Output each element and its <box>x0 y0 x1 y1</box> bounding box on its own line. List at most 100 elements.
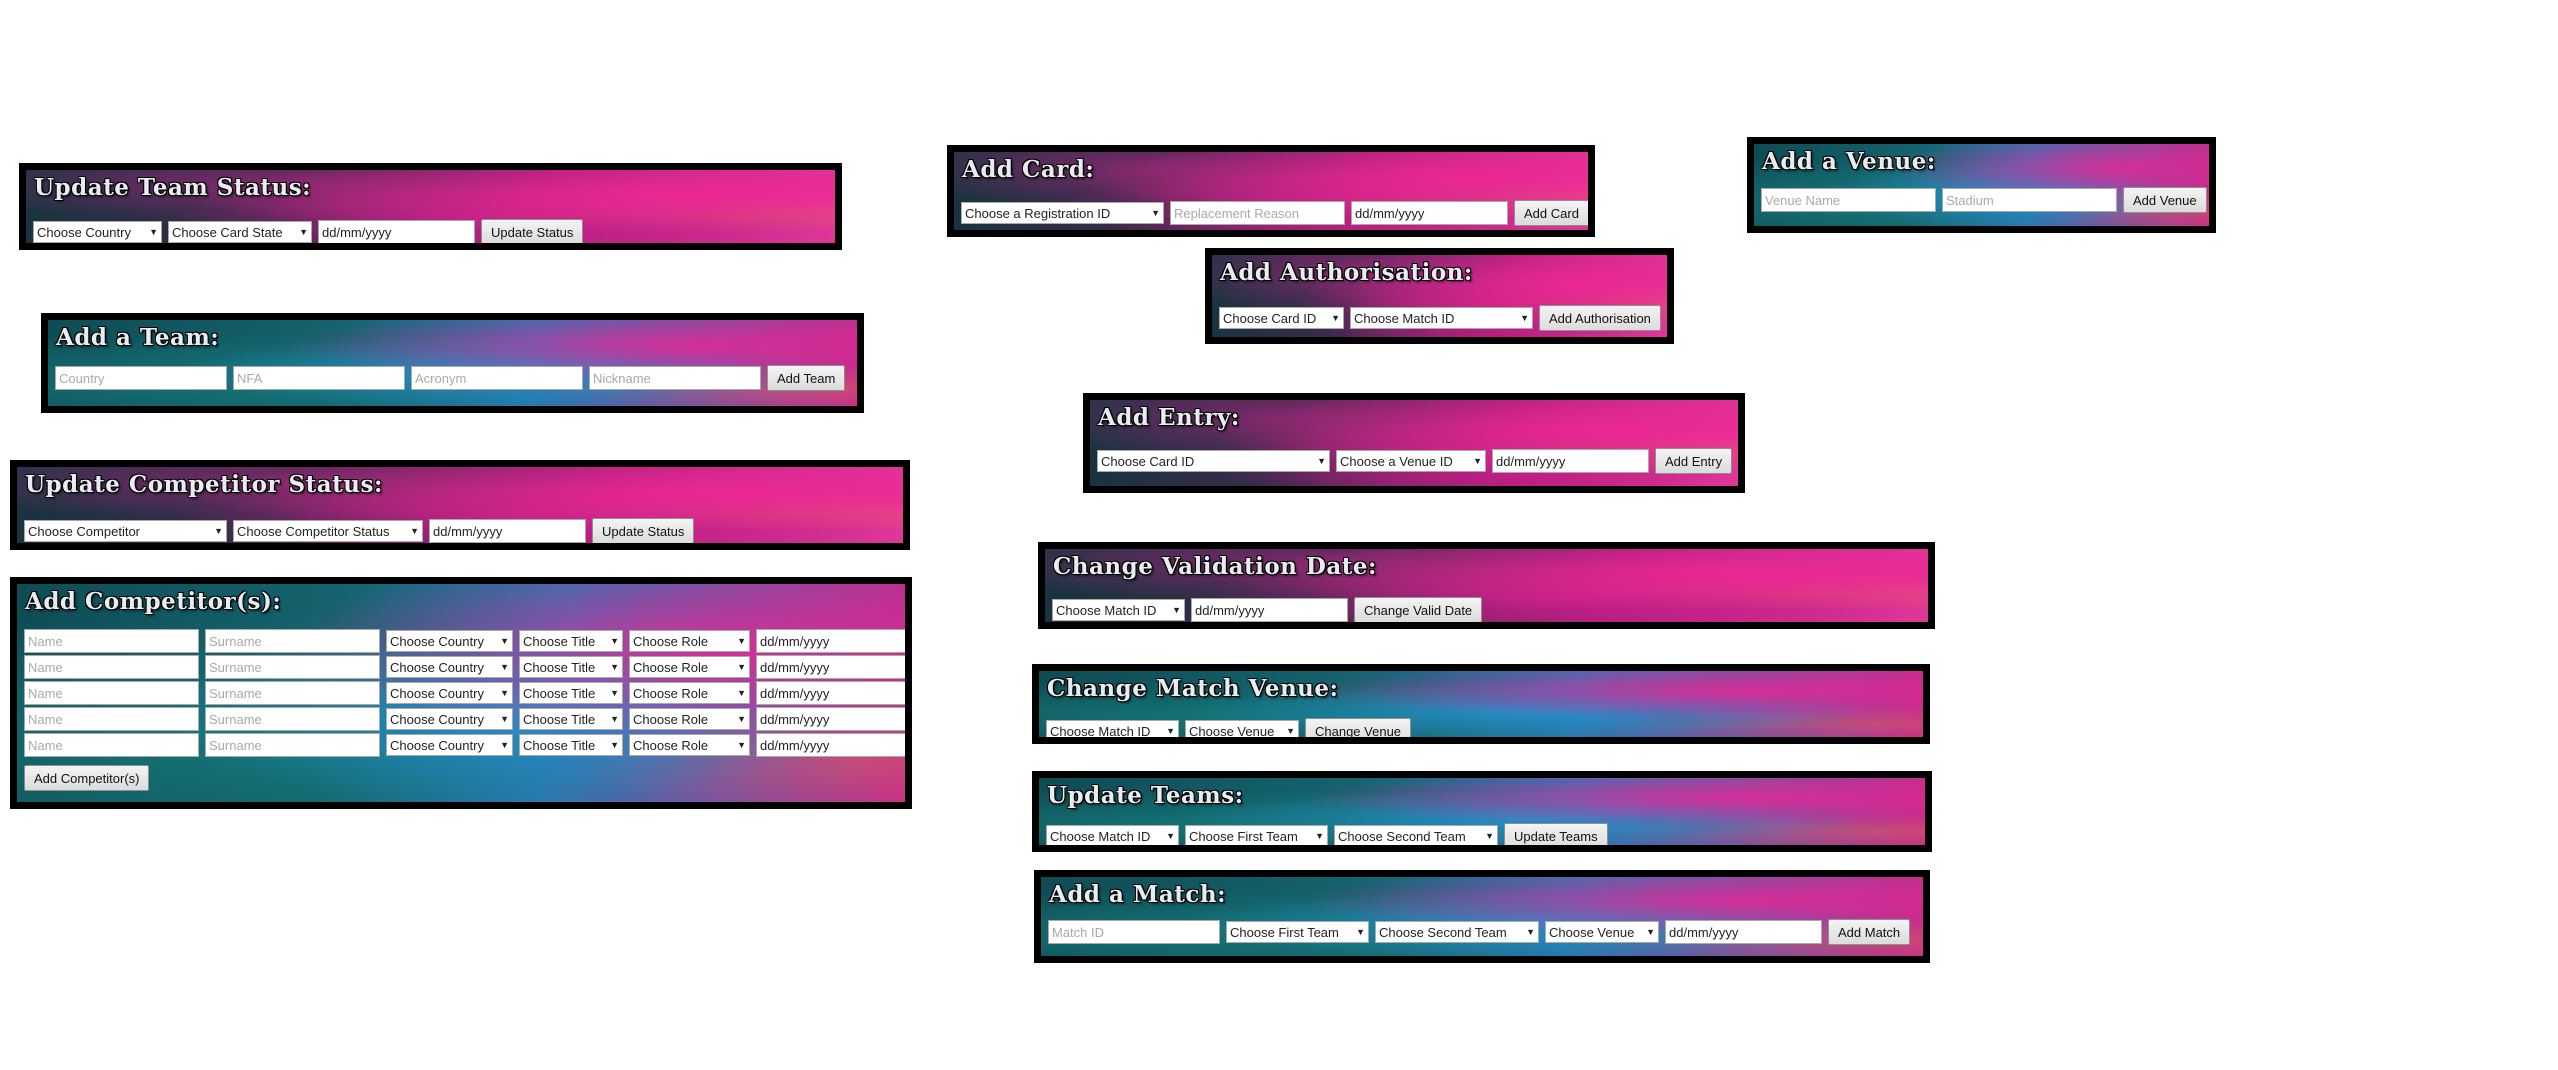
update-team-status-title: Update Team Status: <box>34 174 312 201</box>
title-select[interactable]: Choose Title ▼ <box>519 630 623 652</box>
name-input[interactable]: Name <box>24 707 199 731</box>
match-id-input[interactable]: Match ID <box>1048 920 1220 944</box>
chevron-down-icon: ▼ <box>500 714 509 724</box>
venue-id-select[interactable]: Choose a Venue ID ▼ <box>1336 450 1486 472</box>
title-select[interactable]: Choose Title ▼ <box>519 682 623 704</box>
role-select[interactable]: Choose Role ▼ <box>629 630 750 652</box>
date-input[interactable]: dd/mm/yyyy <box>318 220 475 243</box>
add-team-button[interactable]: Add Team <box>767 365 846 391</box>
card-id-select[interactable]: Choose Card ID ▼ <box>1097 450 1330 472</box>
change-valid-date-button[interactable]: Change Valid Date <box>1354 597 1483 622</box>
card-id-select[interactable]: Choose Card ID ▼ <box>1219 307 1344 329</box>
add-match-title: Add a Match: <box>1049 881 1227 908</box>
add-entry-panel: Add Entry: Choose Card ID ▼ Choose a Venu… <box>1083 393 1745 493</box>
country-select[interactable]: Choose Country ▼ <box>33 221 162 243</box>
chevron-down-icon: ▼ <box>1166 726 1175 736</box>
title-select[interactable]: Choose Title ▼ <box>519 708 623 730</box>
update-competitor-status-title: Update Competitor Status: <box>25 471 383 498</box>
competitor-row: Name Surname Choose Country ▼ Choose Titl… <box>24 629 905 653</box>
chevron-down-icon: ▼ <box>610 662 619 672</box>
country-select[interactable]: Choose Country ▼ <box>386 682 513 704</box>
first-team-select[interactable]: Choose First Team ▼ <box>1185 825 1328 845</box>
country-select[interactable]: Choose Country ▼ <box>386 656 513 678</box>
chevron-down-icon: ▼ <box>737 662 746 672</box>
chevron-down-icon: ▼ <box>1317 456 1326 466</box>
name-input[interactable]: Name <box>24 655 199 679</box>
chevron-down-icon: ▼ <box>610 688 619 698</box>
update-competitor-status-panel: Update Competitor Status: Choose Competi… <box>10 460 910 550</box>
date-input[interactable]: dd/mm/yyyy <box>756 707 905 731</box>
nfa-input[interactable]: NFA <box>233 366 405 390</box>
surname-input[interactable]: Surname <box>205 629 380 653</box>
chevron-down-icon: ▼ <box>610 636 619 646</box>
registration-id-select[interactable]: Choose a Registration ID ▼ <box>961 202 1164 224</box>
change-match-venue-panel: Change Match Venue: Choose Match ID ▼ Cho… <box>1032 664 1930 744</box>
role-select[interactable]: Choose Role ▼ <box>629 656 750 678</box>
chevron-down-icon: ▼ <box>1526 927 1535 937</box>
stadium-input[interactable]: Stadium <box>1942 188 2117 212</box>
competitor-select[interactable]: Choose Competitor ▼ <box>24 520 227 542</box>
date-input[interactable]: dd/mm/yyyy <box>1665 920 1822 944</box>
add-card-panel: Add Card: Choose a Registration ID ▼ Repl… <box>947 145 1595 237</box>
competitor-row: Name Surname Choose Country ▼ Choose Titl… <box>24 733 905 757</box>
update-status-button[interactable]: Update Status <box>481 219 584 243</box>
change-match-venue-title: Change Match Venue: <box>1047 675 1339 702</box>
role-select[interactable]: Choose Role ▼ <box>629 734 750 756</box>
date-input[interactable]: dd/mm/yyyy <box>1191 598 1348 622</box>
date-input[interactable]: dd/mm/yyyy <box>756 629 905 653</box>
date-input[interactable]: dd/mm/yyyy <box>1351 201 1508 225</box>
add-authorisation-button[interactable]: Add Authorisation <box>1539 305 1661 331</box>
surname-input[interactable]: Surname <box>205 681 380 705</box>
country-input[interactable]: Country <box>55 366 227 390</box>
chevron-down-icon: ▼ <box>1356 927 1365 937</box>
add-authorisation-panel: Add Authorisation: Choose Card ID ▼ Choos… <box>1205 248 1674 344</box>
date-input[interactable]: dd/mm/yyyy <box>756 681 905 705</box>
date-input[interactable]: dd/mm/yyyy <box>1492 449 1649 473</box>
replacement-reason-input[interactable]: Replacement Reason <box>1170 201 1345 225</box>
nickname-input[interactable]: Nickname <box>589 366 761 390</box>
venue-select[interactable]: Choose Venue ▼ <box>1545 921 1659 943</box>
add-competitors-button[interactable]: Add Competitor(s) <box>24 765 150 791</box>
add-match-button[interactable]: Add Match <box>1828 919 1911 945</box>
competitor-status-select[interactable]: Choose Competitor Status ▼ <box>233 520 423 542</box>
surname-input[interactable]: Surname <box>205 707 380 731</box>
venue-select[interactable]: Choose Venue ▼ <box>1185 720 1299 737</box>
update-status-button[interactable]: Update Status <box>592 518 695 543</box>
role-select[interactable]: Choose Role ▼ <box>629 682 750 704</box>
match-id-select[interactable]: Choose Match ID ▼ <box>1046 720 1179 737</box>
update-teams-panel: Update Teams: Choose Match ID ▼ Choose Fi… <box>1032 771 1932 852</box>
update-teams-button[interactable]: Update Teams <box>1504 823 1608 845</box>
acronym-input[interactable]: Acronym <box>411 366 583 390</box>
title-select[interactable]: Choose Title ▼ <box>519 656 623 678</box>
second-team-select[interactable]: Choose Second Team ▼ <box>1334 825 1498 845</box>
country-select[interactable]: Choose Country ▼ <box>386 630 513 652</box>
chevron-down-icon: ▼ <box>610 740 619 750</box>
add-venue-button[interactable]: Add Venue <box>2123 187 2207 213</box>
first-team-select[interactable]: Choose First Team ▼ <box>1226 921 1369 943</box>
name-input[interactable]: Name <box>24 681 199 705</box>
card-state-select[interactable]: Choose Card State ▼ <box>168 221 312 243</box>
chevron-down-icon: ▼ <box>737 740 746 750</box>
venue-name-input[interactable]: Venue Name <box>1761 188 1936 212</box>
role-select[interactable]: Choose Role ▼ <box>629 708 750 730</box>
date-input[interactable]: dd/mm/yyyy <box>429 519 586 543</box>
name-input[interactable]: Name <box>24 629 199 653</box>
match-id-select[interactable]: Choose Match ID ▼ <box>1046 825 1179 845</box>
date-input[interactable]: dd/mm/yyyy <box>756 733 905 757</box>
add-entry-button[interactable]: Add Entry <box>1655 448 1733 474</box>
match-id-select[interactable]: Choose Match ID ▼ <box>1350 307 1533 329</box>
title-select[interactable]: Choose Title ▼ <box>519 734 623 756</box>
country-select[interactable]: Choose Country ▼ <box>386 708 513 730</box>
surname-input[interactable]: Surname <box>205 733 380 757</box>
second-team-select[interactable]: Choose Second Team ▼ <box>1375 921 1539 943</box>
add-card-button[interactable]: Add Card <box>1514 200 1588 226</box>
surname-input[interactable]: Surname <box>205 655 380 679</box>
match-id-select[interactable]: Choose Match ID ▼ <box>1052 599 1185 621</box>
update-teams-title: Update Teams: <box>1047 782 1244 809</box>
date-input[interactable]: dd/mm/yyyy <box>756 655 905 679</box>
change-venue-button[interactable]: Change Venue <box>1305 718 1412 737</box>
name-input[interactable]: Name <box>24 733 199 757</box>
country-select[interactable]: Choose Country ▼ <box>386 734 513 756</box>
chevron-down-icon: ▼ <box>1172 605 1181 615</box>
chevron-down-icon: ▼ <box>737 714 746 724</box>
